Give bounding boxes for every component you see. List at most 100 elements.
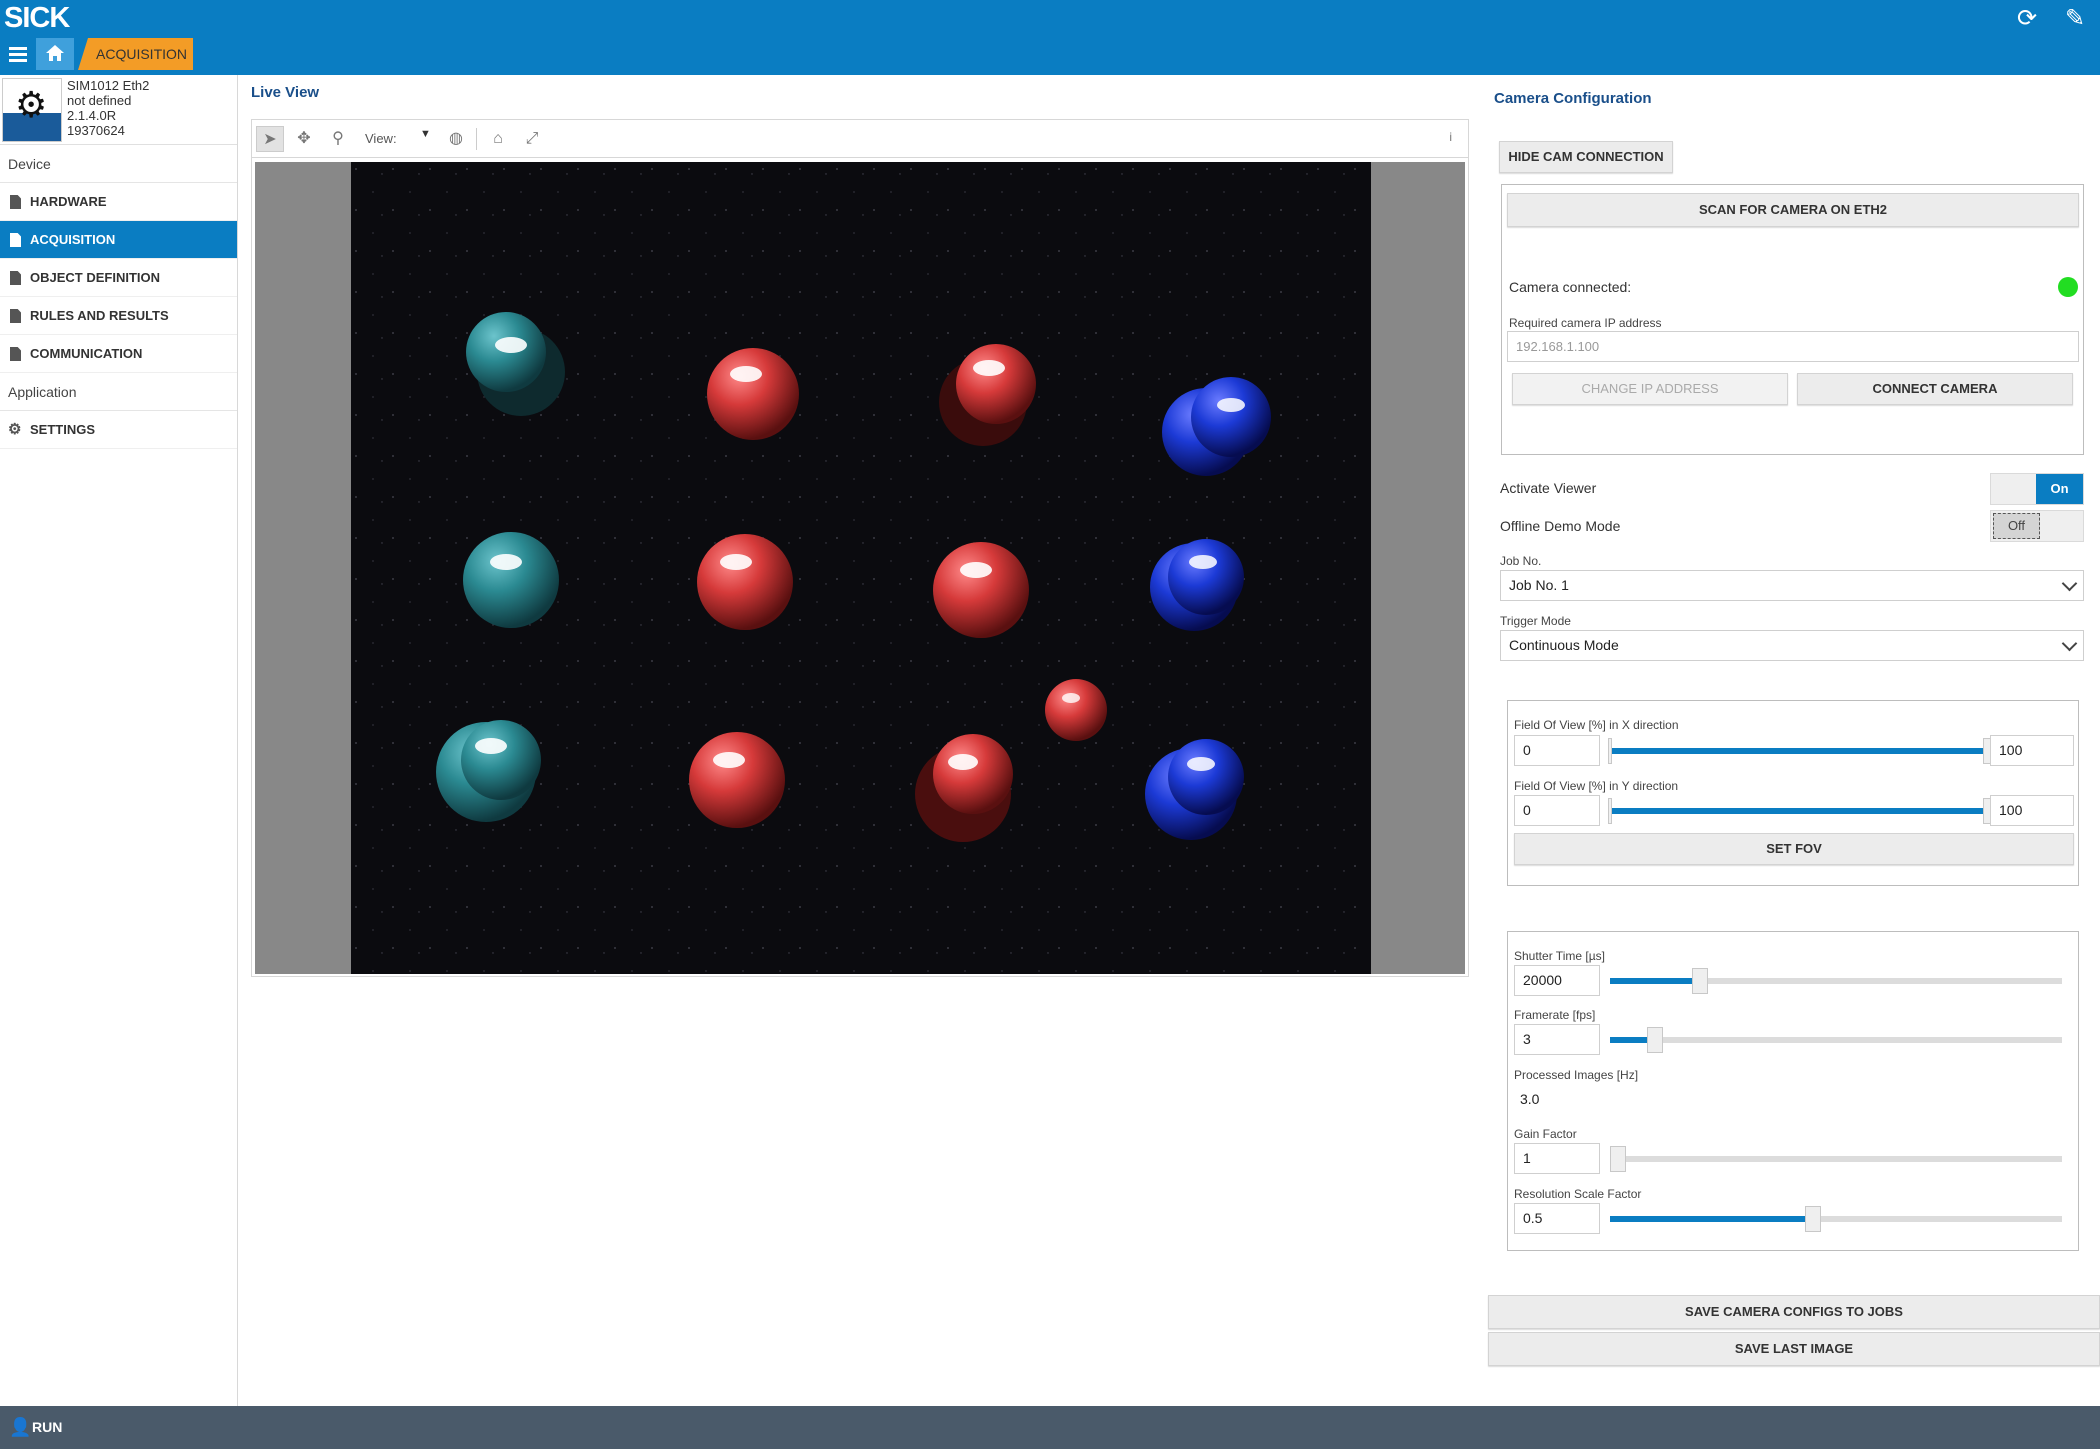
- palette-icon[interactable]: ◍: [442, 126, 470, 152]
- view-dropdown-icon[interactable]: ▼: [420, 128, 431, 140]
- shutter-time-input[interactable]: 20000: [1514, 965, 1600, 996]
- settings-gears-icon: ⚙: [8, 421, 22, 438]
- user-icon[interactable]: 👤: [9, 1406, 31, 1449]
- save-camera-configs-button[interactable]: SAVE CAMERA CONFIGS TO JOBS: [1488, 1295, 2100, 1329]
- activate-viewer-label: Activate Viewer: [1500, 480, 1597, 496]
- job-number-label: Job No.: [1500, 554, 1542, 568]
- sidebar-item-communication[interactable]: COMMUNICATION: [0, 335, 237, 373]
- framerate-handle[interactable]: [1647, 1027, 1664, 1053]
- home-button[interactable]: [36, 38, 74, 70]
- fov-y-max-input[interactable]: 100: [1990, 795, 2074, 826]
- refresh-icon[interactable]: ⟳: [2014, 4, 2040, 33]
- sidebar-item-settings[interactable]: ⚙ SETTINGS: [0, 411, 237, 449]
- device-name: SIM1012 Eth2: [67, 78, 150, 93]
- gain-factor-handle[interactable]: [1610, 1146, 1626, 1172]
- fov-x-max-input[interactable]: 100: [1990, 735, 2074, 766]
- shutter-time-slider[interactable]: [1610, 968, 2062, 994]
- sidebar-item-label: OBJECT DEFINITION: [30, 270, 161, 285]
- device-image: ⚙: [2, 78, 62, 142]
- breadcrumb-acquisition[interactable]: ACQUISITION: [78, 38, 193, 70]
- device-version: 2.1.4.0R: [67, 108, 117, 123]
- device-card[interactable]: ⚙ SIM1012 Eth2 not defined 2.1.4.0R 1937…: [0, 75, 237, 145]
- fov-y-min-input[interactable]: 0: [1514, 795, 1600, 826]
- cam-connection-panel: SCAN FOR CAMERA ON ETH2 Camera connected…: [1501, 184, 2084, 455]
- camera-image: [351, 162, 1371, 974]
- acquisition-parameters-panel: Shutter Time [µs] 20000 Framerate [fps] …: [1507, 931, 2079, 1251]
- home-icon: [46, 45, 64, 61]
- fit-to-screen-icon[interactable]: ⤢: [518, 126, 546, 152]
- trigger-mode-select[interactable]: Continuous Mode: [1500, 630, 2084, 661]
- shutter-time-handle[interactable]: [1692, 968, 1709, 994]
- run-mode-label[interactable]: RUN: [32, 1419, 62, 1435]
- red-pin: [707, 348, 799, 440]
- document-icon: [10, 347, 21, 361]
- offline-demo-mode-label: Offline Demo Mode: [1500, 518, 1621, 534]
- fov-x-label: Field Of View [%] in X direction: [1514, 718, 1679, 732]
- change-ip-address-button[interactable]: CHANGE IP ADDRESS: [1512, 373, 1788, 405]
- fov-x-range-fill: [1610, 748, 1988, 754]
- live-image-viewport[interactable]: [251, 157, 1469, 977]
- sidebar-item-rules-and-results[interactable]: RULES AND RESULTS: [0, 297, 237, 335]
- sidebar-item-object-definition[interactable]: OBJECT DEFINITION: [0, 259, 237, 297]
- home-view-icon[interactable]: ⌂: [484, 126, 512, 152]
- sidebar-item-acquisition[interactable]: ACQUISITION: [0, 221, 237, 259]
- document-icon: [10, 271, 21, 285]
- fov-x-min-input[interactable]: 0: [1514, 735, 1600, 766]
- ip-address-input[interactable]: 192.168.1.100: [1507, 331, 2079, 362]
- activate-viewer-toggle[interactable]: On: [1990, 473, 2084, 505]
- chevron-down-icon: [2061, 575, 2078, 592]
- gain-factor-label: Gain Factor: [1514, 1127, 1577, 1141]
- framerate-slider[interactable]: [1610, 1027, 2062, 1053]
- fov-x-min-handle[interactable]: [1608, 738, 1612, 764]
- resolution-scale-input[interactable]: 0.5: [1514, 1203, 1600, 1234]
- fov-y-range-slider[interactable]: [1608, 798, 1993, 824]
- shutter-time-fill: [1610, 978, 1701, 984]
- framerate-label: Framerate [fps]: [1514, 1008, 1596, 1022]
- zoom-tool-icon[interactable]: ⚲: [324, 126, 352, 152]
- top-bar: SICK ⟳ ✎ ACQUISITION: [0, 0, 2100, 75]
- scan-for-camera-button[interactable]: SCAN FOR CAMERA ON ETH2: [1507, 193, 2079, 227]
- document-icon: [10, 195, 21, 209]
- top-icons: ⟳ ✎: [2014, 4, 2088, 33]
- camera-configuration-title: Camera Configuration: [1494, 90, 1652, 107]
- pan-tool-icon[interactable]: ✥: [290, 126, 318, 152]
- save-last-image-button[interactable]: SAVE LAST IMAGE: [1488, 1332, 2100, 1366]
- resolution-scale-handle[interactable]: [1805, 1206, 1822, 1232]
- connect-camera-button[interactable]: CONNECT CAMERA: [1797, 373, 2073, 405]
- resolution-scale-slider[interactable]: [1610, 1206, 2062, 1232]
- sidebar-section-application: Application: [0, 373, 237, 411]
- framerate-input[interactable]: 3: [1514, 1024, 1600, 1055]
- offline-demo-mode-toggle[interactable]: Off: [1990, 510, 2084, 542]
- hamburger-menu-icon[interactable]: [2, 38, 32, 70]
- document-icon: [10, 233, 21, 247]
- processed-images-label: Processed Images [Hz]: [1514, 1068, 1639, 1082]
- fov-y-min-handle[interactable]: [1608, 798, 1612, 824]
- sidebar-item-label: COMMUNICATION: [30, 346, 143, 361]
- ip-address-label: Required camera IP address: [1509, 316, 1662, 330]
- gear-icon: ⚙: [15, 84, 48, 125]
- info-icon[interactable]: i: [1449, 130, 1452, 144]
- sidebar-item-label: RULES AND RESULTS: [30, 308, 169, 323]
- job-number-value: Job No. 1: [1509, 577, 1569, 593]
- field-of-view-panel: Field Of View [%] in X direction 0 100 F…: [1507, 700, 2079, 886]
- sidebar-item-hardware[interactable]: HARDWARE: [0, 183, 237, 221]
- pointer-tool-icon[interactable]: ➤: [256, 126, 284, 152]
- sidebar: ⚙ SIM1012 Eth2 not defined 2.1.4.0R 1937…: [0, 75, 238, 1406]
- set-fov-button[interactable]: SET FOV: [1514, 833, 2074, 865]
- resolution-scale-label: Resolution Scale Factor: [1514, 1187, 1642, 1201]
- camera-connected-label: Camera connected:: [1509, 279, 1632, 295]
- status-footer: 👤 RUN: [0, 1406, 2100, 1449]
- fov-x-range-slider[interactable]: [1608, 738, 1993, 764]
- live-view-title: Live View: [251, 84, 320, 101]
- hide-cam-connection-button[interactable]: HIDE CAM CONNECTION: [1499, 141, 1673, 173]
- fov-y-label: Field Of View [%] in Y direction: [1514, 779, 1679, 793]
- gain-factor-input[interactable]: 1: [1514, 1143, 1600, 1174]
- camera-image-pins: [351, 162, 1371, 974]
- gain-factor-slider[interactable]: [1610, 1146, 2062, 1172]
- sick-logo: SICK: [4, 2, 70, 34]
- document-icon: [10, 309, 21, 323]
- job-number-select[interactable]: Job No. 1: [1500, 570, 2084, 601]
- edit-icon[interactable]: ✎: [2062, 4, 2088, 33]
- viewer-toolbar: ➤ ✥ ⚲ View: ▼ ◍ ⌂ ⤢ i: [251, 119, 1469, 157]
- red-pin: [697, 534, 793, 630]
